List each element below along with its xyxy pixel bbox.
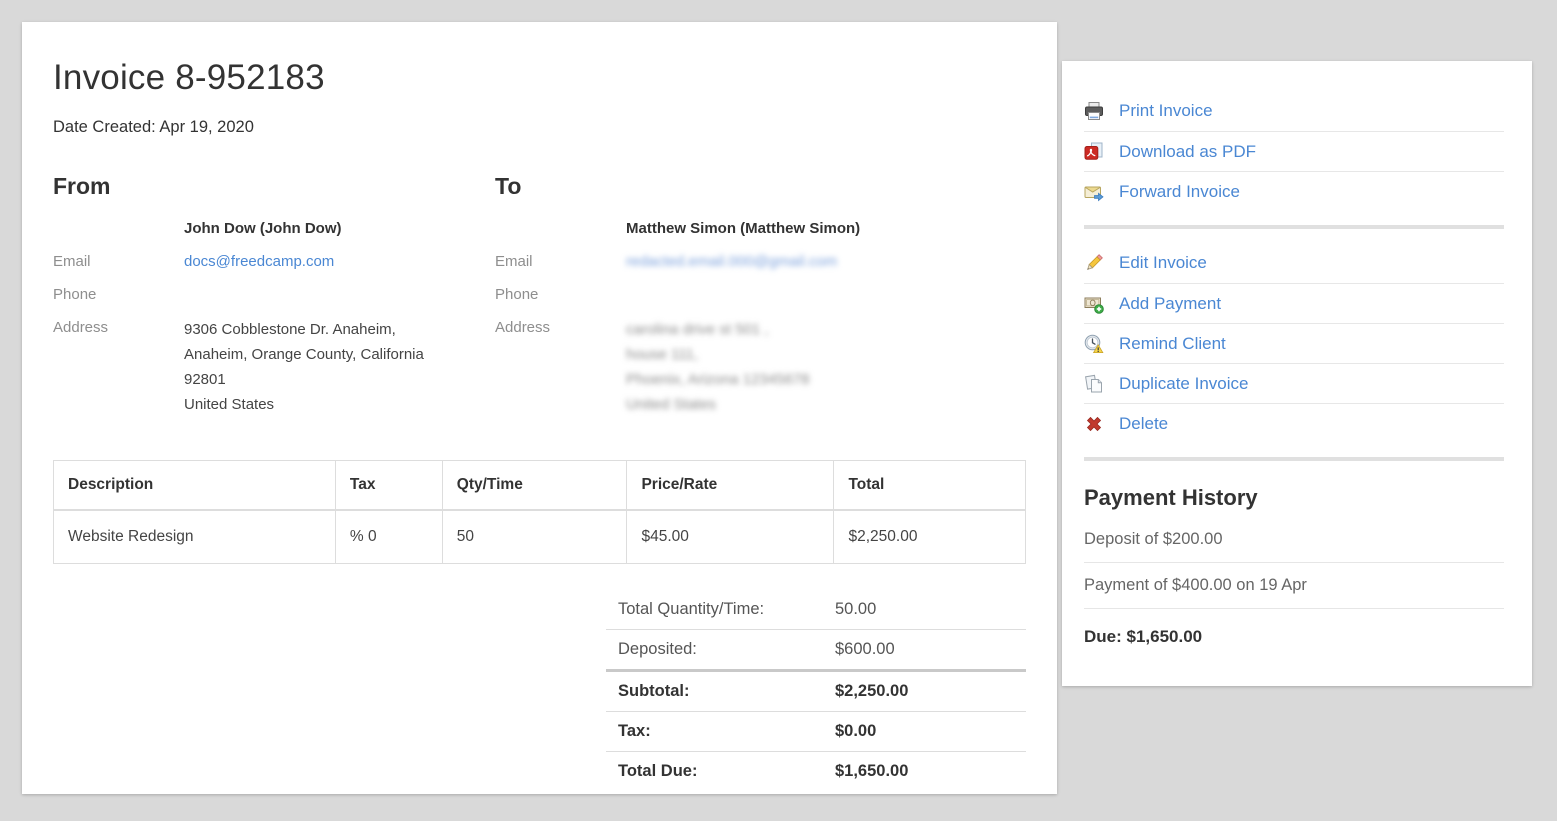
cell-total: $2,250.00	[834, 510, 1026, 564]
edit-invoice-button[interactable]: Edit Invoice	[1084, 243, 1504, 283]
from-phone-label: Phone	[53, 284, 184, 306]
cell-tax: % 0	[335, 510, 442, 564]
duplicate-invoice-label: Duplicate Invoice	[1119, 374, 1248, 394]
forward-envelope-icon	[1084, 182, 1104, 202]
table-header-row: Description Tax Qty/Time Price/Rate Tota…	[54, 461, 1026, 511]
from-section: From John Dow (John Dow) Email docs@free…	[53, 173, 495, 428]
print-invoice-label: Print Invoice	[1119, 101, 1213, 121]
deposited-row: Deposited: $600.00	[606, 630, 1026, 672]
add-payment-button[interactable]: Add Payment	[1084, 283, 1504, 323]
to-name: Matthew Simon (Matthew Simon)	[626, 218, 860, 240]
payment-history-entry: Payment of $400.00 on 19 Apr	[1084, 563, 1504, 609]
to-email-row: Email redacted.email.000@gmail.com	[495, 251, 1026, 273]
to-phone-label: Phone	[495, 284, 626, 306]
delete-button[interactable]: Delete	[1084, 403, 1504, 443]
line-items-table: Description Tax Qty/Time Price/Rate Tota…	[53, 460, 1026, 564]
col-tax: Tax	[335, 461, 442, 511]
actions-panel: Print Invoice Download as PDF Forward	[1062, 61, 1532, 686]
from-email-row: Email docs@freedcamp.com	[53, 251, 495, 273]
subtotal-row: Subtotal: $2,250.00	[606, 672, 1026, 712]
duplicate-invoice-button[interactable]: Duplicate Invoice	[1084, 363, 1504, 403]
col-total: Total	[834, 461, 1026, 511]
parties-section: From John Dow (John Dow) Email docs@free…	[53, 173, 1026, 428]
add-payment-icon	[1084, 294, 1104, 314]
from-phone-row: Phone	[53, 284, 495, 306]
from-email-link[interactable]: docs@freedcamp.com	[184, 253, 334, 270]
pdf-icon	[1084, 142, 1104, 162]
from-email-label: Email	[53, 251, 184, 273]
payment-history-heading: Payment History	[1084, 485, 1504, 511]
from-name: John Dow (John Dow)	[184, 218, 341, 240]
group-divider	[1084, 225, 1504, 229]
download-pdf-label: Download as PDF	[1119, 142, 1256, 162]
edit-invoice-label: Edit Invoice	[1119, 253, 1207, 273]
from-address-row: Address 9306 Cobblestone Dr. Anaheim, An…	[53, 317, 495, 417]
payment-history-entry: Deposit of $200.00	[1084, 517, 1504, 563]
remind-clock-icon	[1084, 334, 1104, 354]
to-section: To Matthew Simon (Matthew Simon) Email r…	[495, 173, 1026, 428]
table-row: Website Redesign % 0 50 $45.00 $2,250.00	[54, 510, 1026, 564]
actions-group-secondary: Edit Invoice Add Payment	[1084, 243, 1504, 443]
add-payment-label: Add Payment	[1119, 294, 1221, 314]
remind-client-label: Remind Client	[1119, 334, 1226, 354]
tax-row: Tax: $0.00	[606, 712, 1026, 752]
to-address-row: Address carolina drive st 501 , house 11…	[495, 317, 1026, 417]
print-invoice-button[interactable]: Print Invoice	[1084, 91, 1504, 131]
to-heading: To	[495, 173, 1026, 200]
download-pdf-button[interactable]: Download as PDF	[1084, 131, 1504, 171]
col-qty-time: Qty/Time	[442, 461, 627, 511]
col-price-rate: Price/Rate	[627, 461, 834, 511]
col-description: Description	[54, 461, 336, 511]
delete-label: Delete	[1119, 414, 1168, 434]
to-address-label: Address	[495, 317, 626, 417]
forward-invoice-label: Forward Invoice	[1119, 182, 1240, 202]
from-address-label: Address	[53, 317, 184, 417]
page-title: Invoice 8-952183	[53, 58, 1026, 98]
remind-client-button[interactable]: Remind Client	[1084, 323, 1504, 363]
to-name-row: Matthew Simon (Matthew Simon)	[495, 218, 1026, 240]
actions-group-primary: Print Invoice Download as PDF Forward	[1084, 91, 1504, 211]
cell-price-rate: $45.00	[627, 510, 834, 564]
printer-icon	[1084, 101, 1104, 121]
cell-qty-time: 50	[442, 510, 627, 564]
forward-invoice-button[interactable]: Forward Invoice	[1084, 171, 1504, 211]
pencil-icon	[1084, 253, 1104, 273]
delete-x-icon	[1084, 414, 1104, 434]
total-quantity-row: Total Quantity/Time: 50.00	[606, 590, 1026, 630]
totals-summary: Total Quantity/Time: 50.00 Deposited: $6…	[606, 590, 1026, 791]
from-address-value: 9306 Cobblestone Dr. Anaheim, Anaheim, O…	[184, 317, 424, 417]
from-name-row: John Dow (John Dow)	[53, 218, 495, 240]
total-due-row: Total Due: $1,650.00	[606, 752, 1026, 791]
to-phone-row: Phone	[495, 284, 1026, 306]
amount-due: Due: $1,650.00	[1084, 627, 1504, 647]
to-email-link-blurred[interactable]: redacted.email.000@gmail.com	[626, 253, 837, 270]
cell-description: Website Redesign	[54, 510, 336, 564]
duplicate-pages-icon	[1084, 374, 1104, 394]
from-heading: From	[53, 173, 495, 200]
to-address-value-blurred: carolina drive st 501 , house 111, Phoen…	[626, 317, 809, 417]
to-email-label: Email	[495, 251, 626, 273]
date-created: Date Created: Apr 19, 2020	[53, 118, 1026, 137]
group-divider	[1084, 457, 1504, 461]
invoice-card: Invoice 8-952183 Date Created: Apr 19, 2…	[22, 22, 1057, 794]
